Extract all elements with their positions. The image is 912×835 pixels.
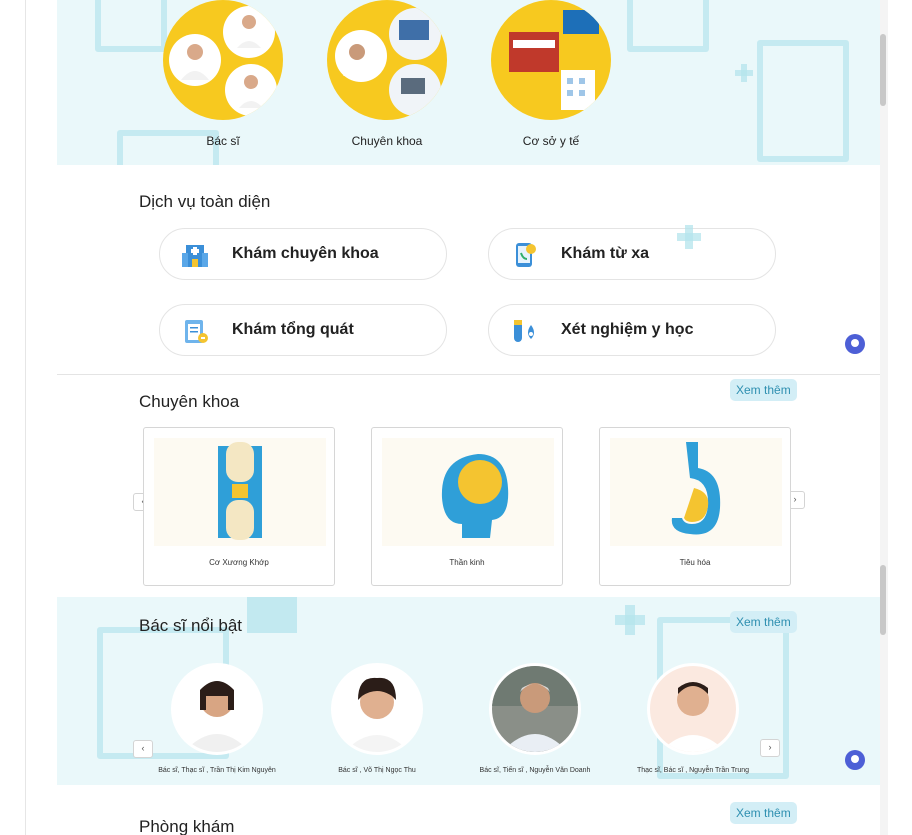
specialties-title: Chuyên khoa [139, 392, 240, 411]
specialty-collage-icon [327, 0, 447, 120]
decor-cross [757, 40, 849, 162]
category-label: Bác sĩ [206, 134, 240, 148]
category-label: Cơ sở y tế [522, 134, 580, 148]
doctors-more-button[interactable]: Xem thêm [730, 611, 797, 633]
service-remote-exam[interactable]: Khám từ xa [488, 228, 776, 280]
avatar [171, 663, 263, 755]
chat-bot-icon[interactable] [845, 750, 865, 770]
specialty-card-bone[interactable]: Cơ Xương Khớp [143, 427, 335, 586]
phone-icon [516, 243, 536, 267]
category-section: Bác sĩ Chuyên khoa Cơ sở y tế [57, 0, 880, 165]
decor-plus [741, 64, 747, 82]
decor-plus [247, 597, 297, 633]
doctors-prev-button[interactable]: ‹ [133, 740, 153, 758]
category-specialty[interactable]: Chuyên khoa [325, 0, 449, 148]
doctor-name: Bác sĩ , Võ Thị Ngọc Thu [338, 767, 416, 774]
scrollbar-thumb[interactable] [880, 565, 886, 635]
specialty-card-neuro[interactable]: Thần kinh [371, 427, 563, 586]
specialty-card-label: Tiêu hóa [679, 558, 711, 567]
service-label: Khám từ xa [561, 245, 650, 262]
service-label: Xét nghiệm y học [561, 321, 694, 338]
decor-plus [625, 605, 635, 635]
doctor-name: Thạc sĩ, Bác sĩ , Nguyễn Trần Trung [636, 767, 750, 774]
avatar [489, 663, 581, 755]
clipboard-icon [185, 320, 208, 343]
clinics-section: Phòng khám Xem thêm [57, 785, 880, 835]
service-specialist-exam[interactable]: Khám chuyên khoa [159, 228, 447, 280]
doctor-card[interactable]: Bác sĩ, Tiến sĩ , Nguyễn Văn Doanh [475, 663, 595, 776]
chat-bot-icon[interactable] [845, 334, 865, 354]
decor-cross [95, 0, 167, 52]
bone-joint-icon [218, 442, 262, 540]
service-medical-test[interactable]: Xét nghiệm y học [488, 304, 776, 356]
specialty-card-label: Thần kinh [449, 558, 485, 567]
doctor-card[interactable]: Bác sĩ , Võ Thị Ngọc Thu [317, 663, 437, 776]
specialties-more-button[interactable]: Xem thêm [730, 379, 797, 401]
doctor-card[interactable]: Bác sĩ, Thạc sĩ , Trần Thị Kim Nguyên [157, 663, 277, 776]
decor-cross [627, 0, 709, 52]
clinics-more-button[interactable]: Xem thêm [730, 802, 797, 824]
avatar [331, 663, 423, 755]
services-section: Dịch vụ toàn diện Khám chuyên khoa Khám … [57, 165, 880, 375]
doctor-card[interactable]: Thạc sĩ, Bác sĩ , Nguyễn Trần Trung [633, 663, 753, 776]
left-divider [25, 0, 26, 835]
doctors-next-button[interactable]: › [760, 739, 780, 757]
service-label: Khám tổng quát [232, 321, 354, 338]
doctor-name: Bác sĩ, Tiến sĩ , Nguyễn Văn Doanh [479, 767, 591, 774]
doctor-name: Bác sĩ, Thạc sĩ , Trần Thị Kim Nguyên [158, 767, 276, 774]
brain-icon [441, 454, 509, 538]
specialty-card-label: Cơ Xương Khớp [209, 558, 269, 567]
doctors-title: Bác sĩ nổi bật [139, 616, 243, 635]
doctors-collage-icon [163, 0, 283, 120]
category-label: Chuyên khoa [351, 134, 423, 148]
decor-plus [685, 225, 693, 249]
category-facility[interactable]: Cơ sở y tế [489, 0, 613, 148]
hospital-icon [182, 245, 208, 267]
stomach-icon [671, 442, 721, 535]
clinics-title: Phòng khám [139, 817, 235, 835]
category-doctors[interactable]: Bác sĩ [161, 0, 285, 148]
service-label: Khám chuyên khoa [232, 245, 379, 262]
avatar [647, 663, 739, 755]
service-general-exam[interactable]: Khám tổng quát [159, 304, 447, 356]
test-tube-icon [514, 320, 534, 342]
facility-collage-icon [491, 0, 611, 120]
specialty-card-digestive[interactable]: Tiêu hóa [599, 427, 791, 586]
doctors-section: Bác sĩ nổi bật Xem thêm ‹ › Bác sĩ, Thạc… [57, 597, 880, 785]
scrollbar-track[interactable] [880, 0, 888, 835]
services-title: Dịch vụ toàn diện [139, 192, 271, 211]
specialties-section: Chuyên khoa Xem thêm ‹ › Cơ Xương Khớp T… [57, 375, 880, 597]
scrollbar-thumb[interactable] [880, 34, 886, 106]
